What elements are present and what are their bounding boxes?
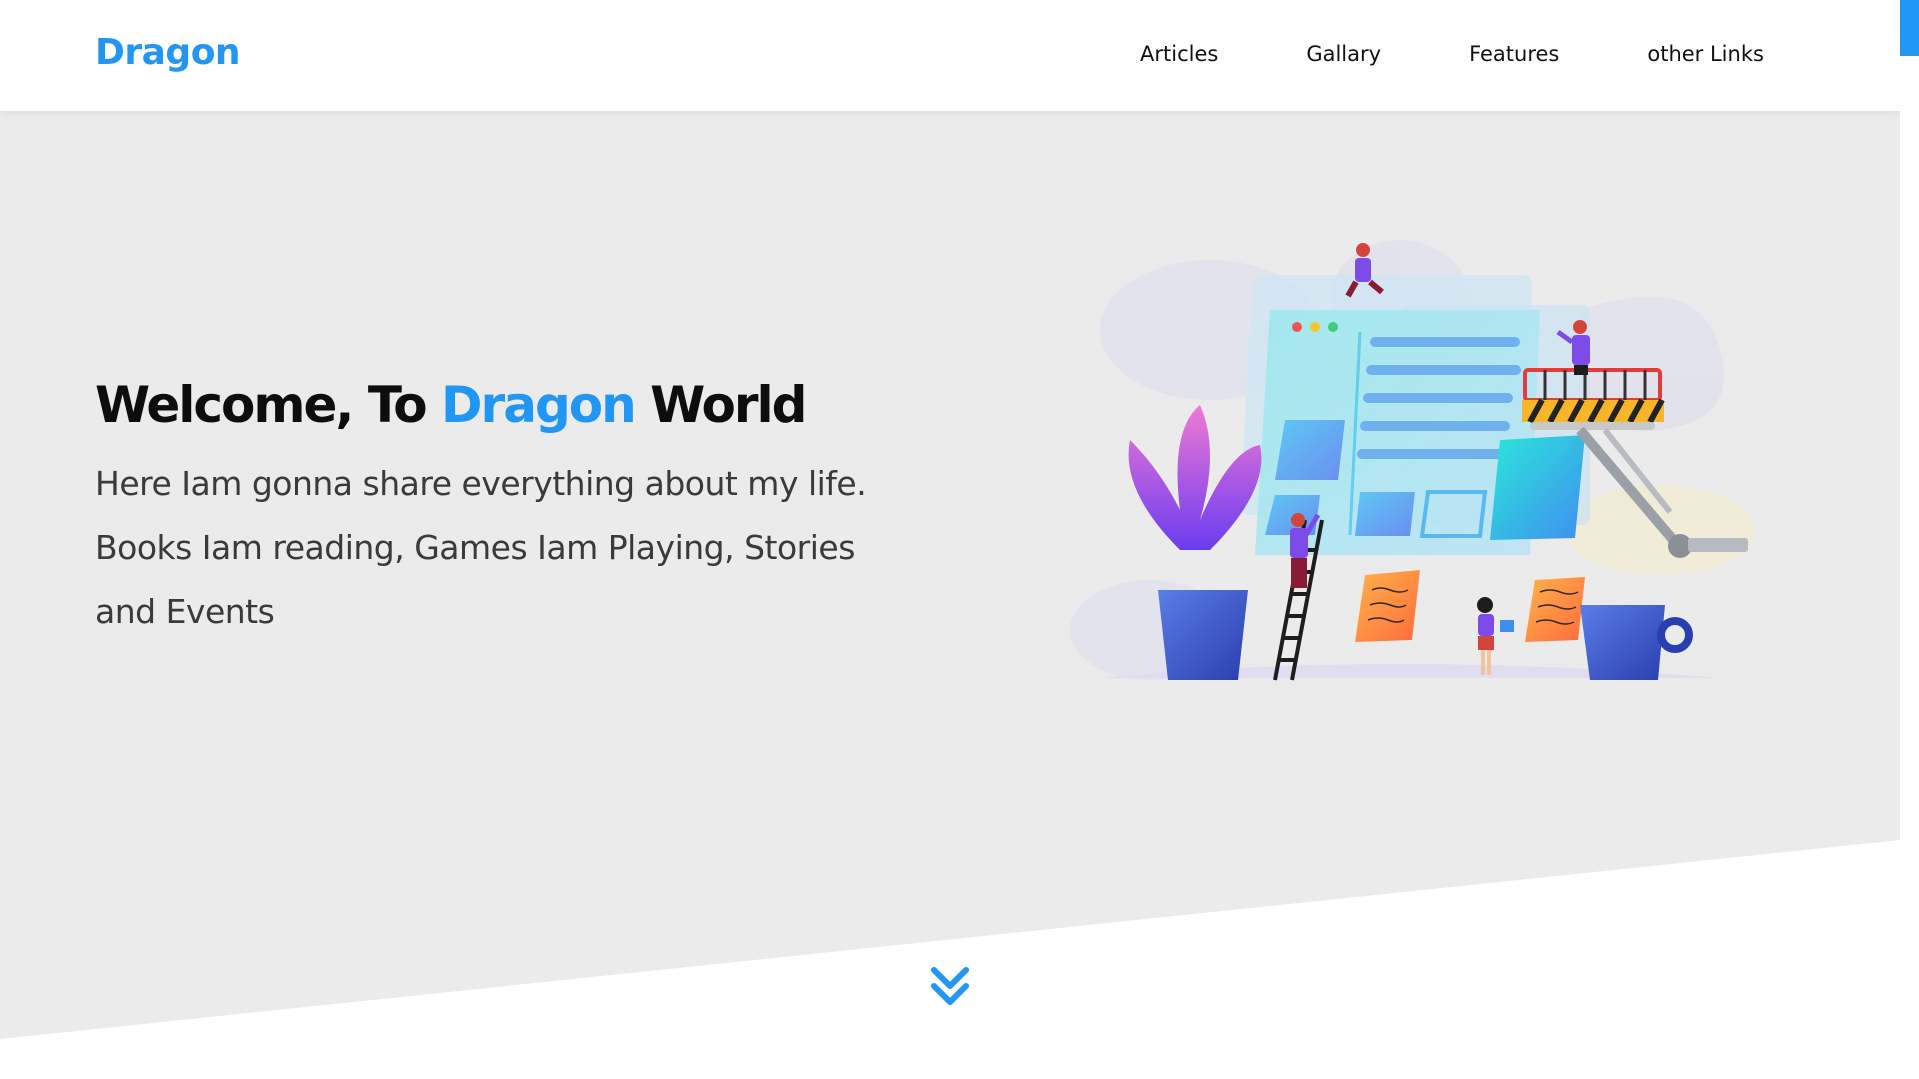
hero-title: Welcome, To Dragon World bbox=[95, 372, 875, 438]
scrollbar-thumb[interactable] bbox=[1900, 0, 1919, 56]
brand-logo[interactable]: Dragon bbox=[95, 32, 241, 73]
nav-link-features[interactable]: Features bbox=[1469, 42, 1559, 66]
hero-title-accent: Dragon bbox=[441, 376, 637, 434]
hero-description: Here Iam gonna share everything about my… bbox=[95, 464, 867, 631]
nav-link-other-links[interactable]: other Links bbox=[1647, 42, 1764, 66]
nav-link-gallary[interactable]: Gallary bbox=[1306, 42, 1381, 66]
hero-section: Welcome, To Dragon World Here Iam gonna … bbox=[95, 372, 875, 644]
main-nav: Articles Gallary Features other Links bbox=[1140, 42, 1764, 66]
hero-title-prefix: Welcome, To bbox=[95, 376, 442, 434]
site-header: Dragon Articles Gallary Features other L… bbox=[0, 0, 1900, 111]
nav-link-articles[interactable]: Articles bbox=[1140, 42, 1218, 66]
scrollbar-track[interactable] bbox=[1900, 56, 1919, 1079]
double-chevron-down-icon bbox=[931, 967, 969, 1005]
sticky-notes bbox=[1355, 570, 1585, 642]
page: Dragon Articles Gallary Features other L… bbox=[0, 0, 1919, 1079]
scroll-down-button[interactable] bbox=[928, 964, 972, 1010]
hero-title-suffix: World bbox=[634, 376, 807, 434]
web-development-illustration bbox=[1070, 240, 1755, 681]
coffee-cup bbox=[1580, 605, 1693, 680]
